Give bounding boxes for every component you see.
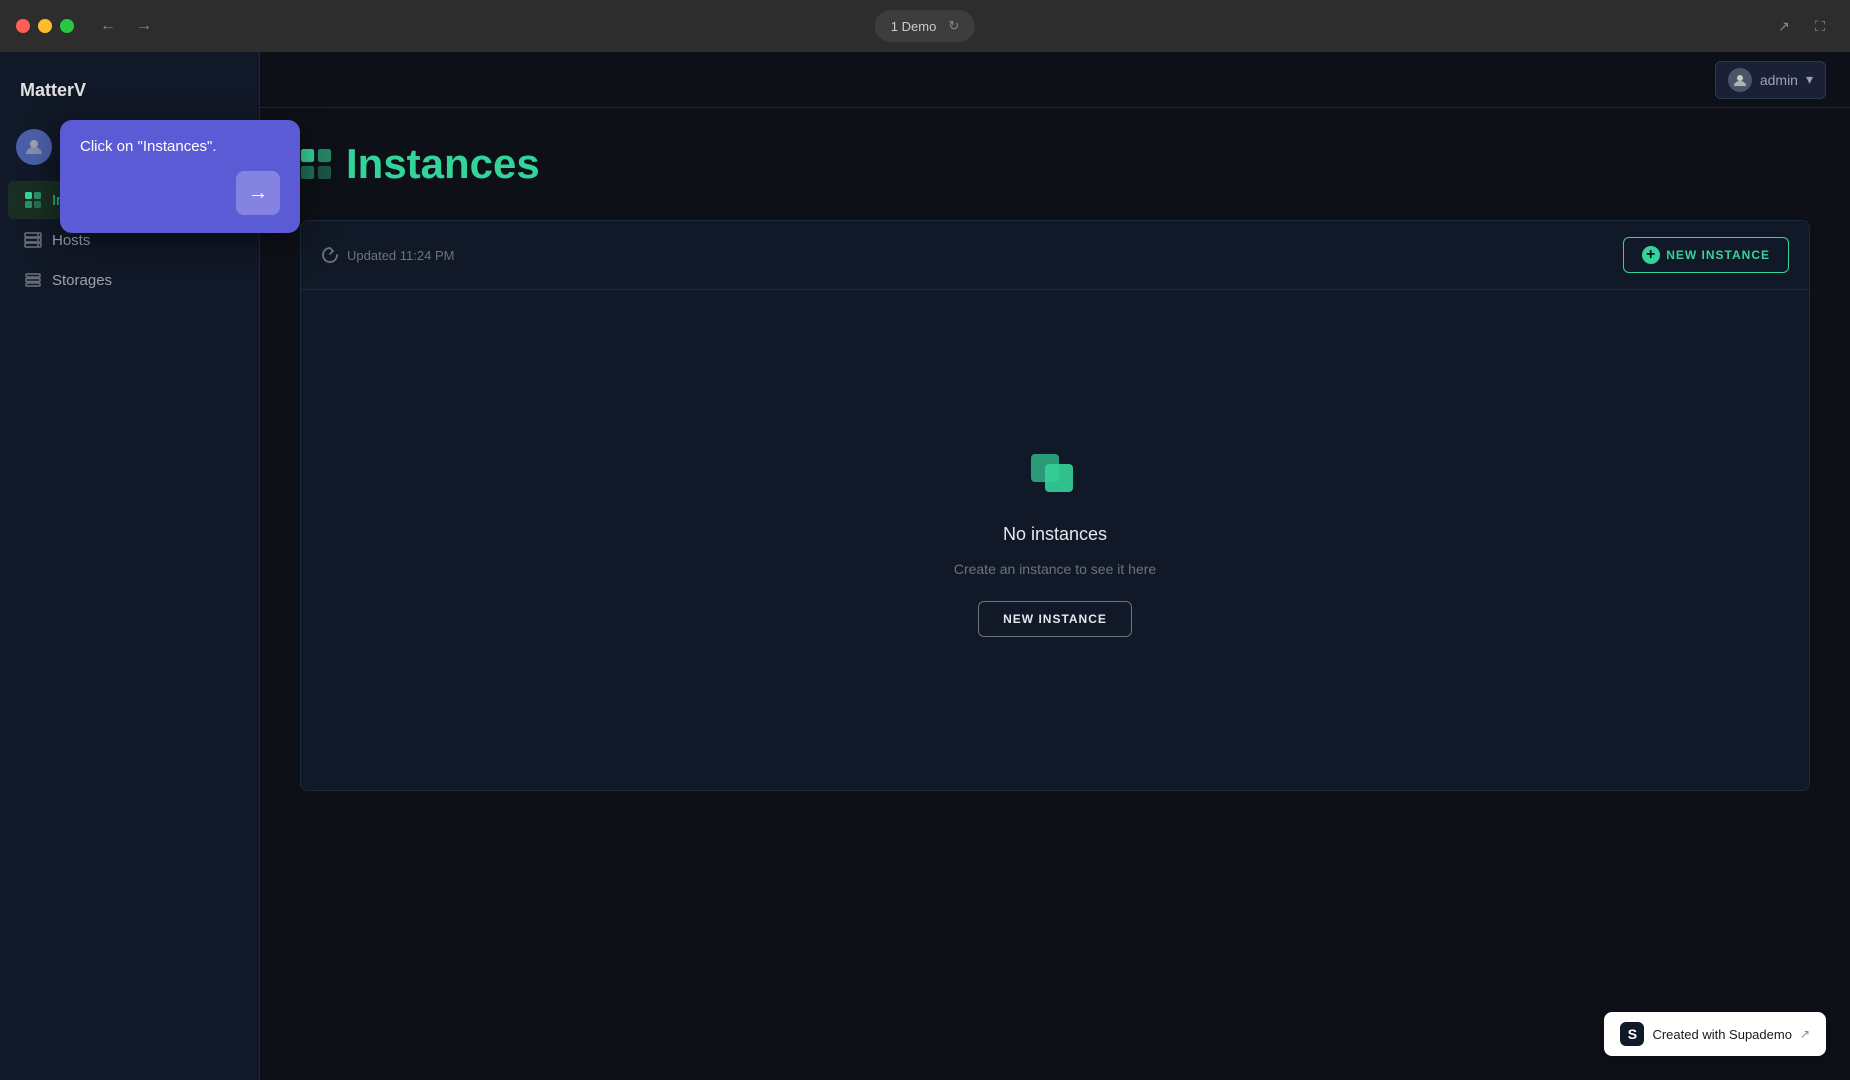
top-bar: admin ▾ bbox=[260, 52, 1850, 108]
empty-state-subtitle: Create an instance to see it here bbox=[954, 561, 1156, 577]
forward-button[interactable]: → bbox=[130, 12, 158, 40]
minimize-button[interactable] bbox=[38, 19, 52, 33]
avatar bbox=[16, 129, 52, 165]
plus-icon: + bbox=[1642, 246, 1660, 264]
panel-toolbar: Updated 11:24 PM + NEW INSTANCE bbox=[301, 221, 1809, 290]
tooltip-message: Click on "Instances". bbox=[80, 138, 280, 155]
tooltip-next-button[interactable]: → bbox=[236, 171, 280, 215]
new-instance-btn-label: NEW INSTANCE bbox=[1666, 248, 1770, 262]
empty-new-instance-label: NEW INSTANCE bbox=[1003, 612, 1107, 626]
storages-icon bbox=[24, 271, 42, 289]
sidebar-item-storages[interactable]: Storages bbox=[8, 261, 251, 299]
instances-icon bbox=[24, 191, 42, 209]
empty-state-icon bbox=[1027, 444, 1083, 500]
main-content: admin ▾ Instances bbox=[260, 52, 1850, 1080]
refresh-icon[interactable] bbox=[321, 246, 339, 264]
maximize-button[interactable] bbox=[60, 19, 74, 33]
supademo-logo: S bbox=[1620, 1022, 1644, 1046]
hosts-icon bbox=[24, 231, 42, 249]
supademo-label: Created with Supademo bbox=[1652, 1027, 1791, 1042]
tab-title: 1 Demo bbox=[891, 19, 937, 34]
updated-info: Updated 11:24 PM bbox=[321, 246, 454, 264]
admin-avatar bbox=[1728, 68, 1752, 92]
browser-actions: ↗ ⛶ bbox=[1770, 12, 1834, 40]
new-instance-button[interactable]: + NEW INSTANCE bbox=[1623, 237, 1789, 273]
page-title-row: Instances bbox=[300, 140, 1810, 188]
tooltip-arrow-icon: → bbox=[248, 182, 268, 205]
sidebar-item-label-storages: Storages bbox=[52, 272, 112, 289]
fullscreen-icon[interactable]: ⛶ bbox=[1806, 12, 1834, 40]
empty-new-instance-button[interactable]: NEW INSTANCE bbox=[978, 601, 1132, 637]
share-icon[interactable]: ↗ bbox=[1770, 12, 1798, 40]
page-title: Instances bbox=[346, 140, 540, 188]
traffic-lights bbox=[16, 19, 74, 33]
refresh-browser-icon[interactable]: ↻ bbox=[948, 18, 959, 34]
tooltip-overlay: Click on "Instances". → bbox=[60, 120, 300, 233]
admin-menu[interactable]: admin ▾ bbox=[1715, 61, 1826, 99]
empty-state-title: No instances bbox=[1003, 524, 1107, 545]
sidebar-item-label-hosts: Hosts bbox=[52, 232, 90, 249]
close-button[interactable] bbox=[16, 19, 30, 33]
updated-text: Updated 11:24 PM bbox=[347, 248, 454, 263]
browser-chrome: ← → 1 Demo ↻ ↗ ⛶ bbox=[0, 0, 1850, 52]
page-title-icon bbox=[300, 148, 332, 180]
content-panel: Updated 11:24 PM + NEW INSTANCE bbox=[300, 220, 1810, 791]
browser-navigation: ← → bbox=[94, 12, 158, 40]
sidebar-logo: MatterV bbox=[0, 68, 259, 121]
address-bar[interactable]: 1 Demo ↻ bbox=[875, 10, 975, 42]
panel-body: No instances Create an instance to see i… bbox=[301, 290, 1809, 790]
supademo-arrow-icon: ↗ bbox=[1800, 1027, 1810, 1041]
admin-label: admin bbox=[1760, 72, 1798, 88]
supademo-badge[interactable]: S Created with Supademo ↗ bbox=[1604, 1012, 1826, 1056]
page-content: Instances Updated 11:24 PM bbox=[260, 108, 1850, 1080]
admin-caret-icon: ▾ bbox=[1806, 71, 1813, 88]
back-button[interactable]: ← bbox=[94, 12, 122, 40]
